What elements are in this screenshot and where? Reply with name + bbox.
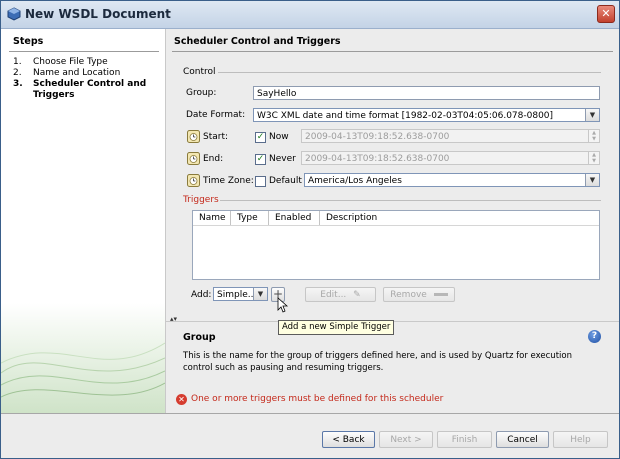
date-format-label: Date Format: [186, 110, 246, 120]
pencil-icon: ✎ [353, 290, 361, 300]
group-label: Group: [186, 88, 217, 98]
step-number: 1. [13, 57, 22, 67]
clock-icon [187, 152, 200, 165]
column-header-enabled[interactable]: Enabled [269, 211, 320, 225]
finish-button: Finish [437, 431, 492, 448]
step-number: 3. [13, 79, 23, 89]
step-label: Scheduler Control and Triggers [33, 79, 147, 100]
spinner-arrows-icon: ▲ ▼ [588, 152, 599, 164]
decorative-wave-graphic [1, 303, 165, 413]
table-header-divider [193, 225, 599, 226]
date-format-selected-value: W3C XML date and time format [1982-02-03… [257, 111, 554, 121]
error-message: One or more triggers must be defined for… [191, 394, 444, 404]
clock-icon [187, 130, 200, 143]
time-zone-default-label: Default [269, 176, 302, 186]
column-header-name[interactable]: Name [193, 211, 231, 225]
panel-title-divider [172, 51, 613, 52]
edit-button-label: Edit... [320, 290, 347, 300]
question-icon[interactable]: ? [588, 330, 601, 343]
back-button[interactable]: < Back [322, 431, 375, 448]
clock-icon [187, 174, 200, 187]
help-button: Help [553, 431, 608, 448]
step-number: 2. [13, 68, 22, 78]
end-datetime-value: 2009-04-13T09:18:52.638-0700 [305, 154, 450, 164]
steps-title: Steps [13, 36, 44, 47]
group-field[interactable]: SayHello [253, 86, 600, 100]
control-section-line [218, 72, 601, 73]
next-button: Next > [379, 431, 433, 448]
end-never-checkbox[interactable]: ✓ [255, 154, 266, 165]
start-now-checkbox[interactable]: ✓ [255, 132, 266, 143]
start-label: Start: [203, 132, 229, 142]
end-label: End: [203, 154, 224, 164]
triggers-section-label: Triggers [183, 195, 219, 205]
content-panel: Scheduler Control and Triggers Control G… [166, 29, 619, 413]
step-label: Name and Location [33, 68, 121, 78]
triggers-section-line [220, 200, 601, 201]
column-header-type[interactable]: Type [231, 211, 269, 225]
minus-icon [433, 293, 448, 296]
start-datetime-field: 2009-04-13T09:18:52.638-0700 ▲ ▼ [301, 129, 600, 143]
step-label: Choose File Type [33, 57, 108, 67]
title-bar: New WSDL Document ✕ [1, 1, 619, 29]
time-zone-default-checkbox[interactable] [255, 176, 266, 187]
remove-button-label: Remove [390, 290, 427, 300]
chevron-down-icon[interactable]: ▼ [585, 174, 599, 186]
end-never-label: Never [269, 154, 296, 164]
error-icon: ✕ [176, 394, 187, 405]
start-now-label: Now [269, 132, 289, 142]
trigger-type-dropdown[interactable]: Simple... ▼ [213, 287, 268, 301]
steps-divider [9, 51, 159, 52]
cancel-button[interactable]: Cancel [496, 431, 549, 448]
help-title: Group [183, 332, 216, 343]
panel-title: Scheduler Control and Triggers [174, 36, 341, 47]
chevron-down-icon[interactable]: ▼ [585, 109, 599, 121]
column-header-description[interactable]: Description [320, 211, 599, 225]
date-format-dropdown[interactable]: W3C XML date and time format [1982-02-03… [253, 108, 600, 122]
netbeans-app-icon [7, 7, 21, 21]
control-section-label: Control [183, 67, 216, 77]
triggers-table[interactable]: Name Type Enabled Description [192, 210, 600, 280]
wizard-window: New WSDL Document ✕ Steps 1. Choose File… [0, 0, 620, 459]
add-trigger-tooltip: Add a new Simple Trigger [278, 320, 395, 335]
steps-panel: Steps 1. Choose File Type 2. Name and Lo… [1, 29, 166, 413]
remove-trigger-button: Remove [383, 287, 455, 302]
time-zone-dropdown[interactable]: America/Los Angeles ▼ [304, 173, 600, 187]
end-datetime-field: 2009-04-13T09:18:52.638-0700 ▲ ▼ [301, 151, 600, 165]
close-window-button[interactable]: ✕ [597, 5, 615, 23]
time-zone-label: Time Zone: [203, 176, 254, 186]
spinner-arrows-icon: ▲ ▼ [588, 130, 599, 142]
time-zone-selected-value: America/Los Angeles [308, 176, 402, 186]
edit-trigger-button: Edit... ✎ [305, 287, 376, 302]
window-title: New WSDL Document [25, 7, 171, 21]
mouse-cursor-icon [277, 297, 289, 313]
wizard-footer: < Back Next > Finish Cancel Help [1, 413, 619, 458]
trigger-type-selected-value: Simple... [217, 290, 257, 300]
chevron-down-icon[interactable]: ▼ [253, 288, 267, 300]
help-text: This is the name for the group of trigge… [183, 351, 572, 373]
start-datetime-value: 2009-04-13T09:18:52.638-0700 [305, 132, 450, 142]
